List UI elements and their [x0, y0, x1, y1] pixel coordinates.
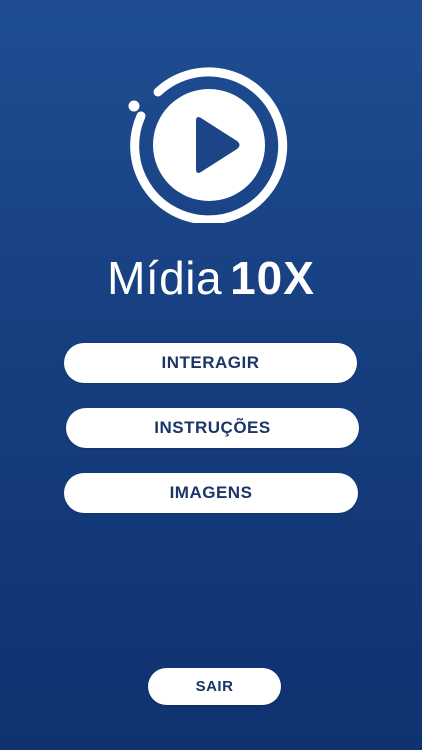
interagir-button[interactable]: INTERAGIR: [64, 343, 357, 383]
instrucoes-button[interactable]: INSTRUÇÕES: [66, 408, 359, 448]
instrucoes-button-label: INSTRUÇÕES: [154, 418, 271, 437]
app-title-bold: 10X: [230, 252, 315, 304]
imagens-button-label: IMAGENS: [169, 483, 253, 502]
app-title-light: Mídia: [107, 252, 223, 304]
interagir-button-label: INTERAGIR: [161, 353, 260, 372]
play-circle-icon: [128, 67, 288, 223]
app-title: Mídia 10X: [0, 250, 422, 306]
logo-dot: [128, 100, 140, 112]
sair-button[interactable]: SAIR: [148, 668, 281, 705]
sair-button-label: SAIR: [195, 678, 234, 695]
imagens-button[interactable]: IMAGENS: [64, 473, 358, 513]
